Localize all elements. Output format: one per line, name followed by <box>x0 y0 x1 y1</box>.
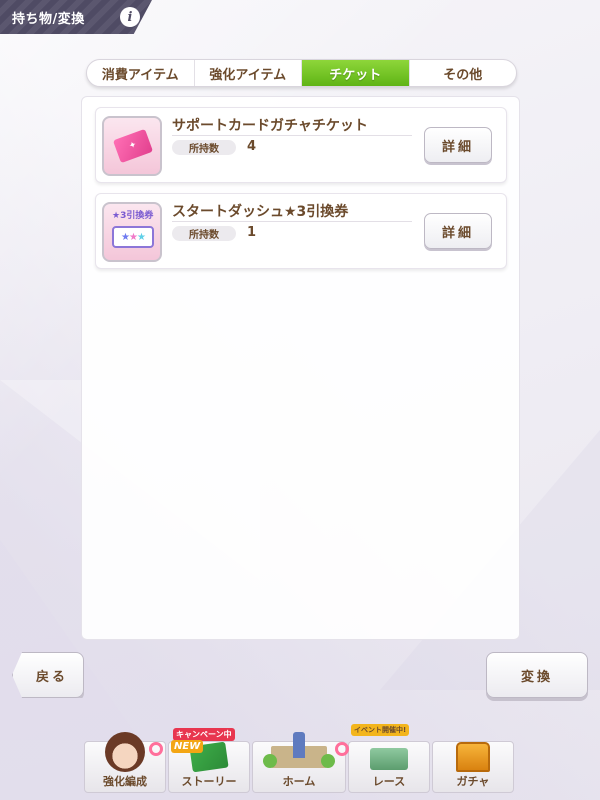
support-gacha-ticket-icon: ✦ <box>102 116 162 176</box>
nav-label: ストーリー <box>181 775 237 788</box>
nav-label: レース <box>372 775 406 788</box>
nav-label: ガチャ <box>456 775 490 788</box>
tab-other[interactable]: その他 <box>410 60 517 86</box>
tab-enhancement[interactable]: 強化アイテム <box>195 60 302 86</box>
item-list-panel: ✦ サポートカードガチャチケット 所持数 4 詳細 ★3引換券 ★ ★ ★ スタート… <box>81 96 520 640</box>
school-building-icon <box>263 732 335 768</box>
tab-bar: 消費アイテム 強化アイテム チケット その他 <box>86 59 517 87</box>
exchange-button[interactable]: 変換 <box>486 652 588 698</box>
nav-item-story[interactable]: キャンペーン中 NEW ストーリー <box>168 728 250 793</box>
nav-item-gacha[interactable]: ガチャ <box>432 741 514 793</box>
quantity-label: 所持数 <box>172 140 236 155</box>
divider <box>172 221 412 222</box>
ticket-icon: ✦ <box>112 128 154 164</box>
tab-tickets[interactable]: チケット <box>302 60 410 86</box>
info-icon[interactable]: i <box>120 7 140 27</box>
horseshoe-icon <box>335 742 349 756</box>
bottom-nav: 強化編成 キャンペーン中 NEW ストーリー ホーム イベント開催中! レース … <box>84 724 514 793</box>
quantity-label: 所持数 <box>172 226 236 241</box>
stadium-icon <box>370 748 408 770</box>
nav-item-enhance[interactable]: 強化編成 <box>84 732 166 793</box>
item-name: サポートカードガチャチケット <box>172 118 368 134</box>
nav-item-race[interactable]: イベント開催中! レース <box>335 724 430 793</box>
nav-item-home[interactable]: ホーム <box>252 732 346 793</box>
nav-label: 強化編成 <box>103 775 147 788</box>
nav-label: ホーム <box>282 775 316 788</box>
page-title: 持ち物/変換 <box>12 12 85 27</box>
tab-consumables[interactable]: 消費アイテム <box>87 60 195 86</box>
item-name: スタートダッシュ★3引換券 <box>172 204 349 220</box>
back-button[interactable]: 戻る <box>12 652 84 698</box>
list-item: ★3引換券 ★ ★ ★ スタートダッシュ★3引換券 所持数 1 詳細 <box>95 193 507 269</box>
detail-button[interactable]: 詳細 <box>424 213 492 249</box>
detail-button[interactable]: 詳細 <box>424 127 492 163</box>
event-badge: イベント開催中! <box>351 724 410 736</box>
horseshoe-icon <box>149 742 163 756</box>
divider <box>172 135 412 136</box>
gacha-gate-icon <box>456 742 490 772</box>
ticket-icon-label: ★3引換券 <box>112 211 154 221</box>
start-dash-ticket-icon: ★3引換券 ★ ★ ★ <box>102 202 162 262</box>
character-portrait-icon <box>105 732 145 772</box>
quantity-value: 1 <box>247 225 257 240</box>
ticket-icon: ★ ★ ★ <box>112 226 154 248</box>
list-item: ✦ サポートカードガチャチケット 所持数 4 詳細 <box>95 107 507 183</box>
new-badge: NEW <box>171 740 204 753</box>
quantity-value: 4 <box>247 139 257 154</box>
